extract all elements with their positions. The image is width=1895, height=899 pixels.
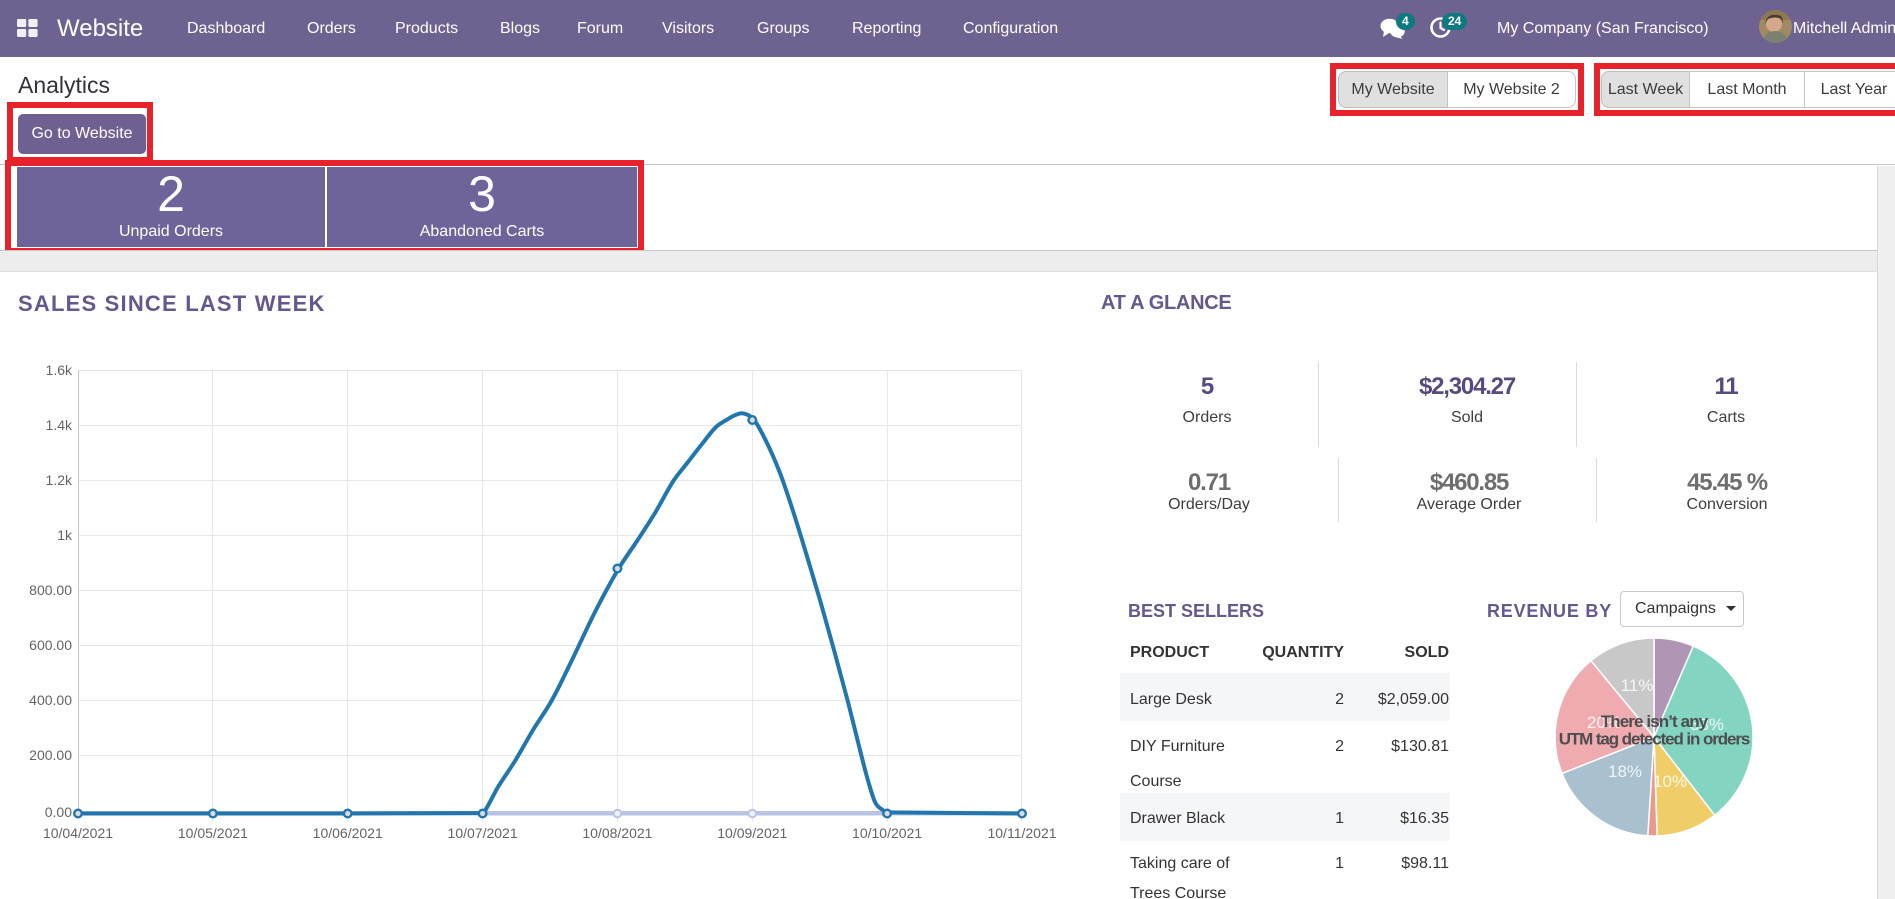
svg-text:600.00: 600.00 <box>29 637 72 653</box>
svg-text:0.00: 0.00 <box>45 804 72 820</box>
svg-text:10/09/2021: 10/09/2021 <box>717 825 787 841</box>
svg-text:800.00: 800.00 <box>29 582 72 598</box>
svg-text:1.6k: 1.6k <box>46 362 73 378</box>
svg-text:10%: 10% <box>1653 772 1687 791</box>
svg-text:10/06/2021: 10/06/2021 <box>313 825 383 841</box>
svg-text:UTM tag detected in orders: UTM tag detected in orders <box>1559 730 1750 749</box>
svg-text:10/08/2021: 10/08/2021 <box>582 825 652 841</box>
svg-text:1.4k: 1.4k <box>46 417 73 433</box>
svg-text:10/10/2021: 10/10/2021 <box>852 825 922 841</box>
svg-text:11%: 11% <box>1621 676 1654 695</box>
svg-text:10/11/2021: 10/11/2021 <box>987 825 1056 841</box>
svg-text:1k: 1k <box>57 527 73 543</box>
svg-text:There isn’t any: There isn’t any <box>1601 712 1709 731</box>
svg-text:200.00: 200.00 <box>29 747 72 763</box>
svg-text:10/07/2021: 10/07/2021 <box>448 825 518 841</box>
svg-text:400.00: 400.00 <box>29 692 72 708</box>
svg-text:10/05/2021: 10/05/2021 <box>178 825 248 841</box>
svg-text:10/04/2021: 10/04/2021 <box>43 825 113 841</box>
svg-text:18%: 18% <box>1608 762 1642 781</box>
svg-text:1.2k: 1.2k <box>46 472 73 488</box>
